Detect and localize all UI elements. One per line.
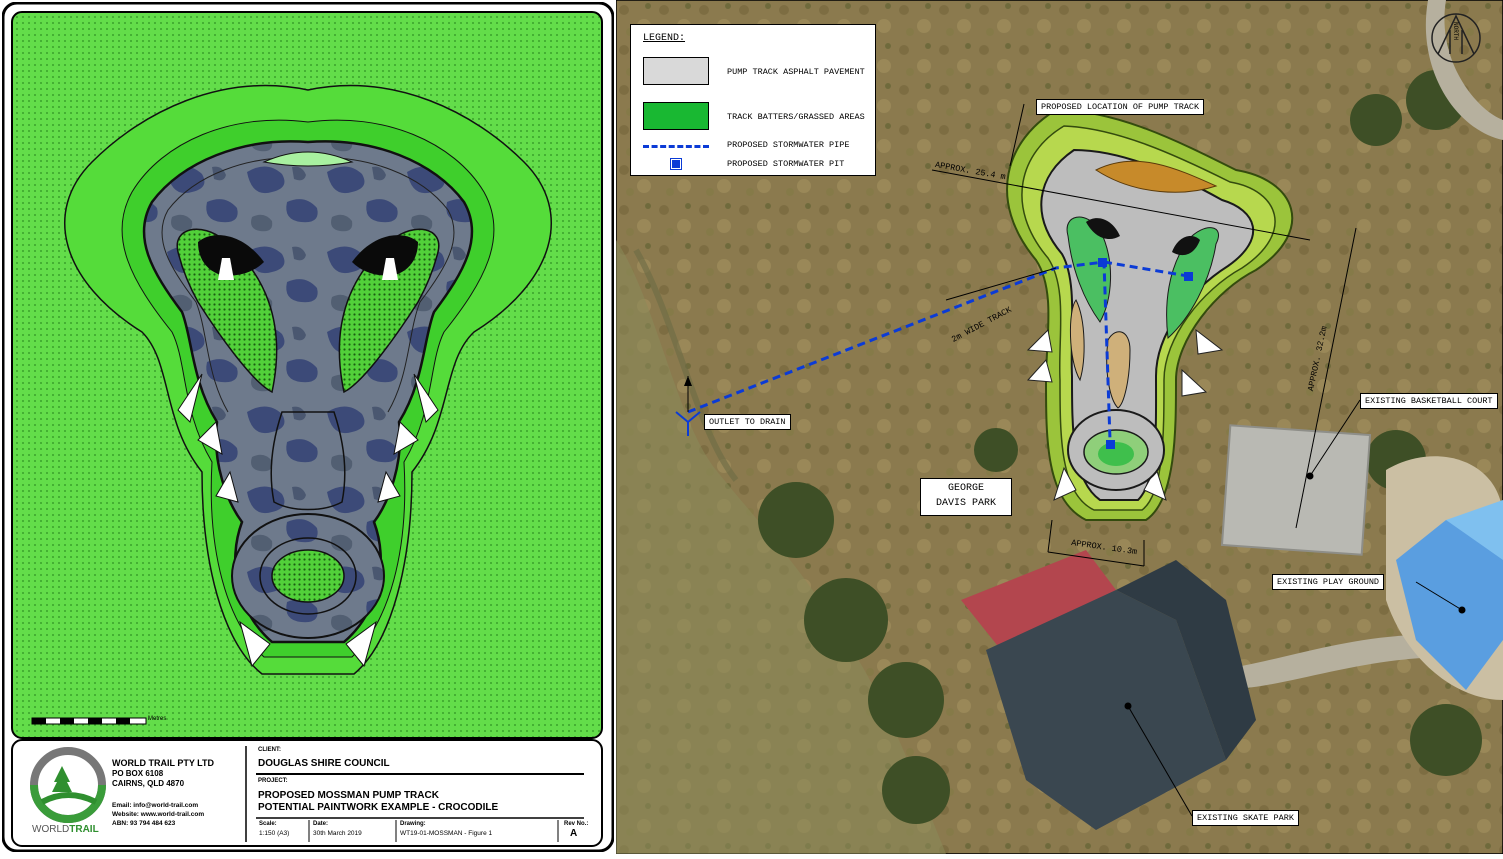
- logo-text-trail: TRAIL: [69, 824, 99, 835]
- label-park-line-1: GEORGE: [947, 483, 984, 494]
- world-trail-logo: [30, 747, 106, 823]
- legend-title: LEGEND:: [643, 33, 686, 44]
- legend-label-pit: PROPOSED STORMWATER PIT: [727, 159, 845, 169]
- legend-label-asphalt: PUMP TRACK ASPHALT PAVEMENT: [727, 67, 865, 77]
- north-label: NORTH: [1452, 22, 1459, 41]
- legend-label-pipe: PROPOSED STORMWATER PIPE: [727, 140, 850, 150]
- date-label: Date:: [313, 821, 329, 827]
- logo-text: WORLDTRAIL: [32, 824, 99, 835]
- project-label: PROJECT:: [258, 778, 288, 784]
- aerial-site-map: LEGEND: PUMP TRACK ASPHALT PAVEMENT TRAC…: [615, 0, 1503, 855]
- label-play-ground: EXISTING PLAY GROUND: [1272, 574, 1385, 590]
- company-website: Website: www.world-trail.com: [112, 811, 205, 818]
- label-park: GEORGE DAVIS PARK: [920, 478, 1012, 516]
- project-line-1: PROPOSED MOSSMAN PUMP TRACK: [258, 790, 439, 801]
- company-abn: ABN: 93 794 484 623: [112, 820, 176, 827]
- crocodile-paint-plan: [1, 1, 615, 853]
- drawing-value: WT19-01-MOSSMAN - Figure 1: [400, 830, 493, 837]
- scale-bar-unit: Metres: [148, 716, 167, 722]
- legend-swatch-grass: [643, 102, 709, 130]
- client-name: DOUGLAS SHIRE COUNCIL: [258, 758, 390, 769]
- legend-swatch-asphalt: [643, 57, 709, 85]
- drawing-label: Drawing:: [400, 821, 426, 827]
- left-drawing-sheet: WORLD TRAIL PTY LTD PO BOX 6108 CAIRNS, …: [1, 1, 615, 853]
- company-city: CAIRNS, QLD 4870: [112, 779, 185, 788]
- company-po-box: PO BOX 6108: [112, 769, 164, 778]
- date-value: 30th March 2019: [313, 830, 362, 837]
- legend-box: LEGEND: PUMP TRACK ASPHALT PAVEMENT TRAC…: [630, 24, 876, 176]
- scale-label: Scale:: [259, 821, 277, 827]
- label-basketball-court: EXISTING BASKETBALL COURT: [1360, 393, 1498, 409]
- scale-bar: [31, 717, 147, 725]
- client-label: CLIENT:: [258, 747, 281, 753]
- company-name: WORLD TRAIL PTY LTD: [112, 758, 214, 768]
- logo-text-world: WORLD: [32, 824, 70, 835]
- label-outlet: OUTLET TO DRAIN: [704, 414, 791, 430]
- company-email: Email: info@world-trail.com: [112, 802, 199, 809]
- scale-value: 1:150 (A3): [259, 830, 290, 837]
- label-park-line-2: DAVIS PARK: [935, 498, 996, 509]
- legend-swatch-pit: [670, 158, 682, 170]
- rev-label: Rev No.:: [564, 821, 589, 827]
- legend-label-grass: TRACK BATTERS/GRASSED AREAS: [727, 112, 865, 122]
- label-proposed-location: PROPOSED LOCATION OF PUMP TRACK: [1036, 99, 1205, 115]
- project-line-2: POTENTIAL PAINTWORK EXAMPLE - CROCODILE: [258, 802, 499, 813]
- label-skate-park: EXISTING SKATE PARK: [1192, 810, 1299, 826]
- rev-value: A: [570, 828, 578, 839]
- legend-swatch-pipe: [643, 145, 709, 148]
